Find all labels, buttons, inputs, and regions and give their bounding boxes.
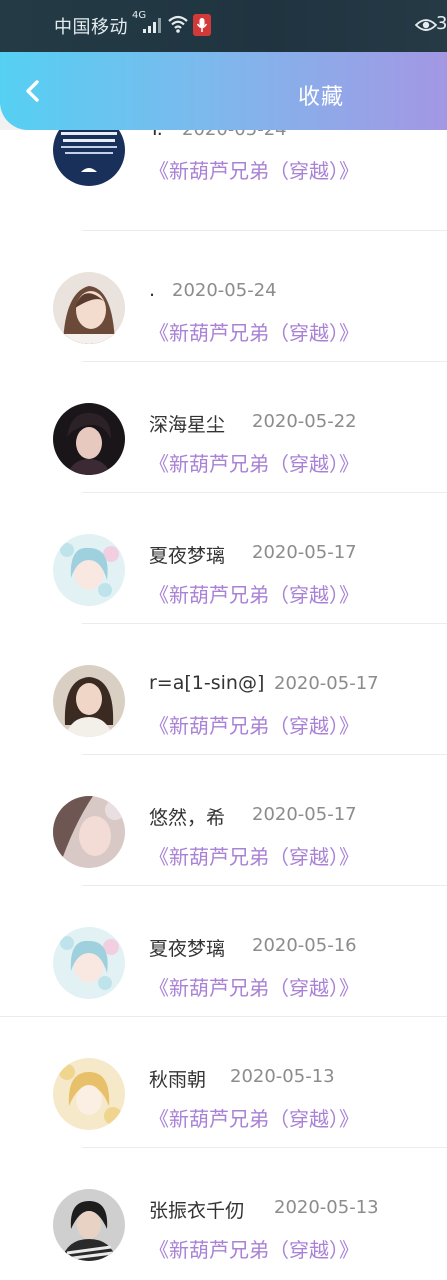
back-chevron-icon[interactable]	[16, 74, 50, 108]
avatar[interactable]	[53, 534, 125, 606]
user-name: 夏夜梦璃	[149, 545, 226, 567]
favorite-date: 2020-05-16	[252, 935, 357, 956]
microphone-icon	[193, 14, 211, 36]
avatar[interactable]	[53, 1058, 125, 1130]
avatar[interactable]	[53, 403, 125, 475]
book-title[interactable]: 《新葫芦兄弟（穿越）》	[149, 710, 359, 739]
status-bar: 中国移动 4G 3	[0, 0, 447, 52]
favorite-date: 2020-05-13	[230, 1066, 335, 1087]
list-item[interactable]: 夏夜梦璃 2020-05-17 《新葫芦兄弟（穿越）》	[0, 493, 447, 624]
eye-icon	[415, 19, 437, 31]
user-name: 张振衣千仞	[149, 1200, 245, 1222]
favorite-date: 2020-05-17	[274, 673, 379, 694]
avatar[interactable]	[53, 130, 125, 186]
favorite-date: 2020-05-22	[252, 411, 357, 432]
user-name: .	[149, 279, 156, 301]
favorite-date: 2020-05-24	[182, 130, 287, 140]
user-name: 夏夜梦璃	[149, 938, 226, 960]
header-bar: 收藏	[0, 52, 447, 130]
book-title[interactable]: 《新葫芦兄弟（穿越）》	[149, 972, 359, 1001]
favorite-date: 2020-05-24	[172, 280, 277, 301]
list-item[interactable]: r=a[1-sin@] 2020-05-17 《新葫芦兄弟（穿越）》	[0, 624, 447, 755]
favorite-date: 2020-05-17	[252, 542, 357, 563]
avatar[interactable]	[53, 1189, 125, 1261]
signal-icon	[143, 18, 161, 33]
book-title[interactable]: 《新葫芦兄弟（穿越）》	[149, 1103, 359, 1132]
user-name: Y.	[149, 130, 163, 140]
favorite-date: 2020-05-13	[274, 1197, 379, 1218]
favorite-date: 2020-05-17	[252, 804, 357, 825]
avatar[interactable]	[53, 796, 125, 868]
book-title[interactable]: 《新葫芦兄弟（穿越）》	[149, 155, 359, 184]
user-name: 秋雨朝	[149, 1069, 207, 1091]
list-item[interactable]: 张振衣千仞 2020-05-13 《新葫芦兄弟（穿越）》	[0, 1148, 447, 1279]
list-item[interactable]: 夏夜梦璃 2020-05-16 《新葫芦兄弟（穿越）》	[0, 886, 447, 1017]
list-item[interactable]: 深海星尘 2020-05-22 《新葫芦兄弟（穿越）》	[0, 362, 447, 493]
list-item[interactable]: Y. 2020-05-24 《新葫芦兄弟（穿越）》	[0, 130, 447, 231]
page-title: 收藏	[298, 85, 345, 110]
list-item[interactable]: 秋雨朝 2020-05-13 《新葫芦兄弟（穿越）》	[0, 1017, 447, 1148]
book-title[interactable]: 《新葫芦兄弟（穿越）》	[149, 841, 359, 870]
user-name: 深海星尘	[149, 414, 226, 436]
book-title[interactable]: 《新葫芦兄弟（穿越）》	[149, 317, 359, 346]
user-name: 悠然，希	[149, 807, 226, 829]
book-title[interactable]: 《新葫芦兄弟（穿越）》	[149, 1234, 359, 1263]
user-name: r=a[1-sin@]	[149, 672, 265, 694]
carrier-name: 中国移动	[54, 17, 128, 38]
favorites-list: Y. 2020-05-24 《新葫芦兄弟（穿越）》 . 2020-05-24 《…	[0, 130, 447, 1280]
avatar[interactable]	[53, 665, 125, 737]
status-right-text: 3	[436, 13, 447, 34]
wifi-icon	[168, 15, 188, 33]
list-item[interactable]: . 2020-05-24 《新葫芦兄弟（穿越）》	[0, 231, 447, 362]
avatar[interactable]	[53, 272, 125, 344]
avatar[interactable]	[53, 927, 125, 999]
book-title[interactable]: 《新葫芦兄弟（穿越）》	[149, 448, 359, 477]
book-title[interactable]: 《新葫芦兄弟（穿越）》	[149, 579, 359, 608]
list-item[interactable]: 悠然，希 2020-05-17 《新葫芦兄弟（穿越）》	[0, 755, 447, 886]
